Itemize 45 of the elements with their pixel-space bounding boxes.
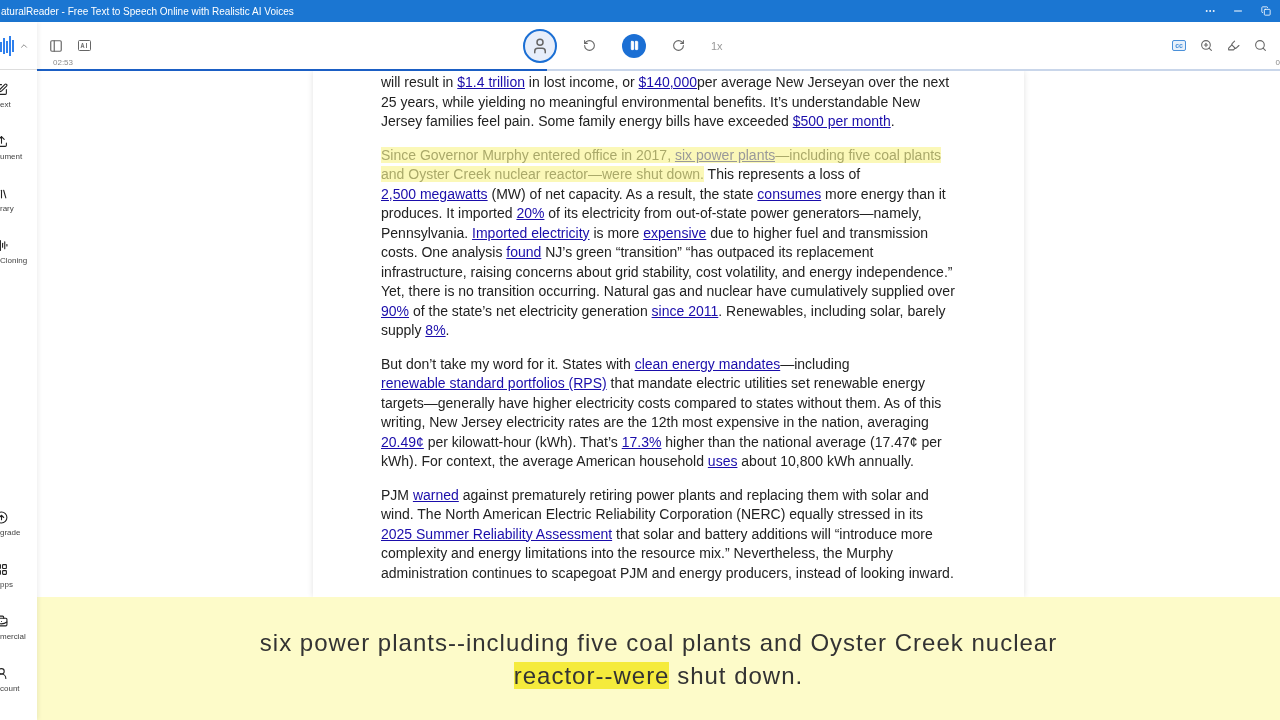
link[interactable]: warned [412,486,459,503]
ai-icon[interactable] [78,40,91,51]
zoom-in-icon[interactable] [1200,39,1213,52]
paragraph: PJM warned against prematurely retiring power plants and replacing them with solar and wind. The North American Electric Reliability Corporation (NERC) equally stressed in its 2025 Summer Reliability Assessment that solar and battery additions will “introduce more complexity and energy limitations into the resource mix.” Nevertheless, the Murphy administration continues to scapegoat PJM and energy producers, instead of looking inward. [381,485,955,583]
link[interactable]: found [506,244,542,260]
forward-icon[interactable] [672,39,685,52]
link[interactable]: expensive [643,224,707,241]
pause-icon [628,40,640,51]
sidebar-item[interactable]: pps [0,550,37,602]
search-icon[interactable] [1254,39,1267,52]
link[interactable]: 20% [516,205,545,221]
link[interactable]: $500 per month [792,113,891,129]
paragraph: But don’t take my word for it. States with clean energy mandates—including renewable standard portfolios (RPS) that mandate electric utilities set renewable energy targets—generally have higher electricity costs compared to states without them. As of this writing, New Jersey electricity rates are the 12th most expensive in the nation, averaging 20.49¢ per kilowatt-hour (kWh). That’s 17.3% higher than the national average (17.47¢ per kWh). For context, the average American household uses about 10,800 kWh annually. [381,354,943,471]
sidebar-item[interactable]: grade [0,498,37,550]
sidebar-item[interactable]: rary [0,174,37,226]
voice-avatar[interactable] [523,28,557,63]
highlighter-icon[interactable] [1227,39,1240,52]
link[interactable]: $140,000 [638,74,697,90]
link[interactable]: 17.3% [621,433,662,450]
link[interactable]: renewable standard portfolios (RPS) [381,375,607,391]
rewind-icon[interactable] [583,39,596,52]
link[interactable]: 8% [425,322,446,338]
elapsed-time: 02:53 [53,58,74,67]
sidebar-toggle-icon[interactable] [49,38,63,53]
link[interactable]: 2025 Summer Reliability Assessment [381,525,613,542]
sidebar-item[interactable]: mercial [0,602,37,654]
link[interactable]: consumes [757,185,822,202]
link[interactable]: 90% [381,302,410,319]
window-title: aturalReader - Free Text to Speech Online with Realistic AI Voices [0,5,295,17]
pause-button[interactable] [622,33,646,58]
logo-icon [0,35,14,56]
sidebar-item[interactable]: count [0,654,37,706]
sidebar-item[interactable]: ument [0,122,37,174]
link[interactable]: Imported electricity [472,224,590,241]
link[interactable]: 20.49¢ [381,433,424,450]
link[interactable]: clean energy mandates [634,355,781,372]
link[interactable]: $1.4 trillion [457,74,525,90]
sidebar-item[interactable]: ext [0,70,37,122]
link[interactable]: 2,500 megawatts [381,185,488,202]
link[interactable]: uses [707,453,738,469]
end-time: 0 [1275,58,1280,67]
paragraph: Since Governor Murphy entered office in 2017, six power plants—including five coal plants and Oyster Creek nuclear reactor—were shut down. This represents a loss of 2,500 megawatts (MW) of net capacity. As a result, the state consumes more energy than it produces. It imported 20% of its electricity from out-of-state power generators—namely, Pennsylvania. Imported electricity is more expensive due to higher fuel and transmission costs. One analysis found NJ’s green “transition” “has outpaced its replacement infrastructure, raising concerns about grid stability, cost volatility, and energy independence.” Yet, there is no transition occurring. Natural gas and nuclear have cumulatively supplied over 90% of the state’s net electricity generation since 2011. Renewables, including solar, barely supply 8%. [381,145,956,340]
paragraph: will result in $1.4 trillion in lost income, or $140,000per average New Jerseyan over the next 25 years, while yielding no meaningful environmental benefits. It’s understandable New Jersey families feel pain. Some family energy bills have exceeded $500 per month. [381,73,951,131]
sidebar-item[interactable]: Cloning [0,226,37,278]
caption-text: six power plants--including five coal plants and Oyster Creek nuclear reactor--were shut down. [258,627,1059,691]
